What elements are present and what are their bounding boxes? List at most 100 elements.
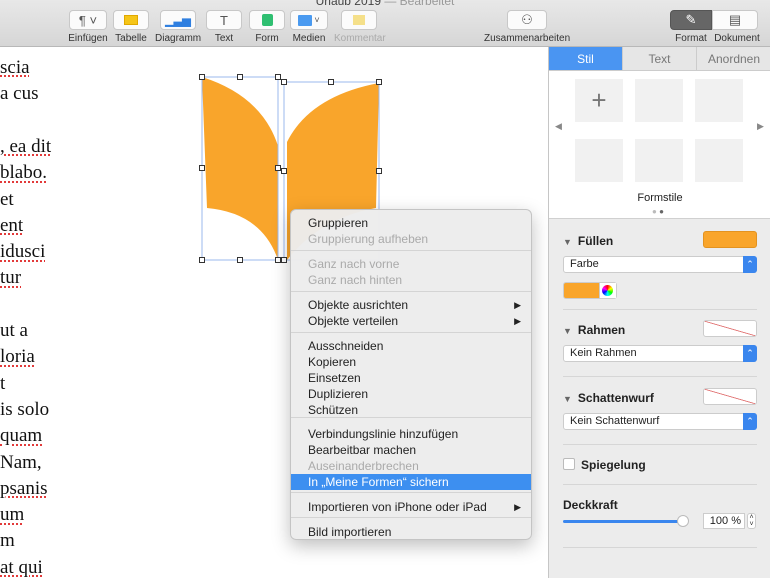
- media-icon: ˅: [290, 10, 328, 30]
- context-menu: Gruppieren Gruppierung aufheben Ganz nach …: [290, 209, 532, 540]
- menu-item[interactable]: Objekte ausrichten ▶: [291, 297, 531, 313]
- submenu-arrow-icon: ▶: [514, 502, 521, 512]
- fill-type-select[interactable]: Farbe ⌃: [563, 256, 757, 273]
- divider: [563, 444, 757, 445]
- menu-separator: [291, 291, 531, 292]
- left-leaf-shape: [202, 77, 278, 260]
- add-style-button[interactable]: +: [575, 79, 623, 122]
- insert-button[interactable]: ¶ ˅ Einfügen: [68, 10, 108, 44]
- menu-item[interactable]: Ganz nach vorne: [291, 256, 531, 272]
- opacity-slider[interactable]: [563, 515, 689, 527]
- stepper-icon: ⌃: [743, 345, 757, 362]
- next-styles-arrow-icon[interactable]: ▶: [757, 121, 764, 132]
- tab-arrange[interactable]: Anordnen: [697, 47, 770, 71]
- tab-style[interactable]: Stil: [549, 47, 623, 71]
- color-wheel-icon[interactable]: [599, 283, 616, 298]
- divider: [563, 484, 757, 485]
- style-swatch[interactable]: [635, 139, 683, 182]
- menu-item[interactable]: Bearbeitbar machen: [291, 442, 531, 458]
- collaborate-button[interactable]: ⚇ Zusammenarbeiten: [484, 10, 570, 44]
- resize-handle[interactable]: [281, 79, 287, 85]
- previous-styles-arrow-icon[interactable]: ◀: [555, 121, 562, 132]
- format-button[interactable]: ✎ Format: [670, 10, 712, 44]
- resize-handle[interactable]: [199, 165, 205, 171]
- menu-item[interactable]: Importieren von iPhone oder iPad ▶: [291, 499, 531, 515]
- reflection-checkbox[interactable]: [563, 458, 575, 470]
- style-swatch[interactable]: [695, 139, 743, 182]
- paragraph-icon: ¶ ˅: [69, 10, 107, 30]
- menu-item[interactable]: Bild importieren: [291, 524, 531, 540]
- divider: [563, 309, 757, 310]
- opacity-field[interactable]: 100 %: [703, 513, 745, 529]
- window-title: Urlaub 2019 — Bearbeitet: [315, 0, 455, 8]
- resize-handle[interactable]: [281, 168, 287, 174]
- chart-button[interactable]: ▁▃▅ Diagramm: [155, 10, 201, 44]
- menu-separator: [291, 517, 531, 518]
- slider-knob[interactable]: [677, 515, 689, 527]
- stepper-icon: ⌃: [743, 413, 757, 430]
- menu-item[interactable]: Auseinanderbrechen: [291, 458, 531, 474]
- table-button[interactable]: Tabelle: [111, 10, 151, 44]
- document-button[interactable]: ▤ Dokument: [712, 10, 762, 44]
- shape-styles: + ◀ ▶ Formstile ● ●: [549, 71, 770, 219]
- resize-handle[interactable]: [328, 79, 334, 85]
- border-header[interactable]: ▼ Rahmen: [563, 323, 625, 337]
- fill-color-well[interactable]: [703, 231, 757, 248]
- style-swatch[interactable]: [695, 79, 743, 122]
- menu-separator: [291, 250, 531, 251]
- style-swatch[interactable]: [575, 139, 623, 182]
- media-button[interactable]: ˅ Medien: [290, 10, 328, 44]
- menu-item[interactable]: Gruppierung aufheben: [291, 231, 531, 247]
- resize-handle[interactable]: [199, 74, 205, 80]
- shape-button[interactable]: Form: [249, 10, 285, 44]
- divider: [563, 376, 757, 377]
- menu-separator: [291, 332, 531, 333]
- resize-handle[interactable]: [237, 74, 243, 80]
- resize-handle[interactable]: [376, 168, 382, 174]
- menu-item[interactable]: Gruppieren: [291, 215, 531, 231]
- border-color-well[interactable]: [703, 320, 757, 337]
- divider: [563, 547, 757, 548]
- reflection-label: Spiegelung: [581, 458, 646, 472]
- opacity-stepper[interactable]: ˄ ˅: [747, 513, 756, 529]
- paintbrush-icon: ✎: [670, 10, 712, 30]
- styles-label: Formstile: [637, 192, 683, 204]
- format-sidebar: Stil Text Anordnen + ◀ ▶ Formstile ● ● ▼…: [548, 47, 770, 578]
- menu-item[interactable]: In „Meine Formen“ sichern: [291, 474, 531, 490]
- menu-item[interactable]: Objekte verteilen ▶: [291, 313, 531, 329]
- submenu-arrow-icon: ▶: [514, 316, 521, 326]
- menu-item[interactable]: Ganz nach hinten: [291, 272, 531, 288]
- shadow-header[interactable]: ▼ Schattenwurf: [563, 391, 654, 405]
- menu-item[interactable]: Verbindungslinie hinzufügen: [291, 426, 531, 442]
- menu-item[interactable]: Kopieren: [291, 354, 531, 370]
- resize-handle[interactable]: [199, 257, 205, 263]
- fill-header[interactable]: ▼ Füllen: [563, 234, 613, 248]
- table-icon: [113, 10, 149, 30]
- shadow-type-select[interactable]: Kein Schattenwurf ⌃: [563, 413, 757, 430]
- shadow-color-well[interactable]: [703, 388, 757, 405]
- menu-item[interactable]: Einsetzen: [291, 370, 531, 386]
- border-type-select[interactable]: Kein Rahmen ⌃: [563, 345, 757, 362]
- page-dots[interactable]: ● ●: [652, 207, 664, 216]
- comment-icon: [341, 10, 377, 30]
- menu-separator: [291, 492, 531, 493]
- menu-item[interactable]: Schützen: [291, 402, 531, 418]
- text-icon: T: [206, 10, 242, 30]
- chart-icon: ▁▃▅: [160, 10, 196, 30]
- document-icon: ▤: [712, 10, 758, 30]
- collaborate-icon: ⚇: [507, 10, 547, 30]
- text-button[interactable]: T Text: [206, 10, 242, 44]
- resize-handle[interactable]: [237, 257, 243, 263]
- comment-button[interactable]: Kommentar: [334, 10, 386, 44]
- stepper-icon: ⌃: [743, 256, 757, 273]
- submenu-arrow-icon: ▶: [514, 300, 521, 310]
- style-swatch[interactable]: [635, 79, 683, 122]
- menu-item[interactable]: Ausschneiden: [291, 338, 531, 354]
- fill-color-button[interactable]: [563, 282, 617, 299]
- resize-handle[interactable]: [376, 79, 382, 85]
- toolbar: Urlaub 2019 — Bearbeitet ¶ ˅ Einfügen Tab…: [0, 0, 770, 47]
- tab-text[interactable]: Text: [623, 47, 697, 71]
- resize-handle[interactable]: [281, 257, 287, 263]
- shape-icon: [249, 10, 285, 30]
- menu-item[interactable]: Duplizieren: [291, 386, 531, 402]
